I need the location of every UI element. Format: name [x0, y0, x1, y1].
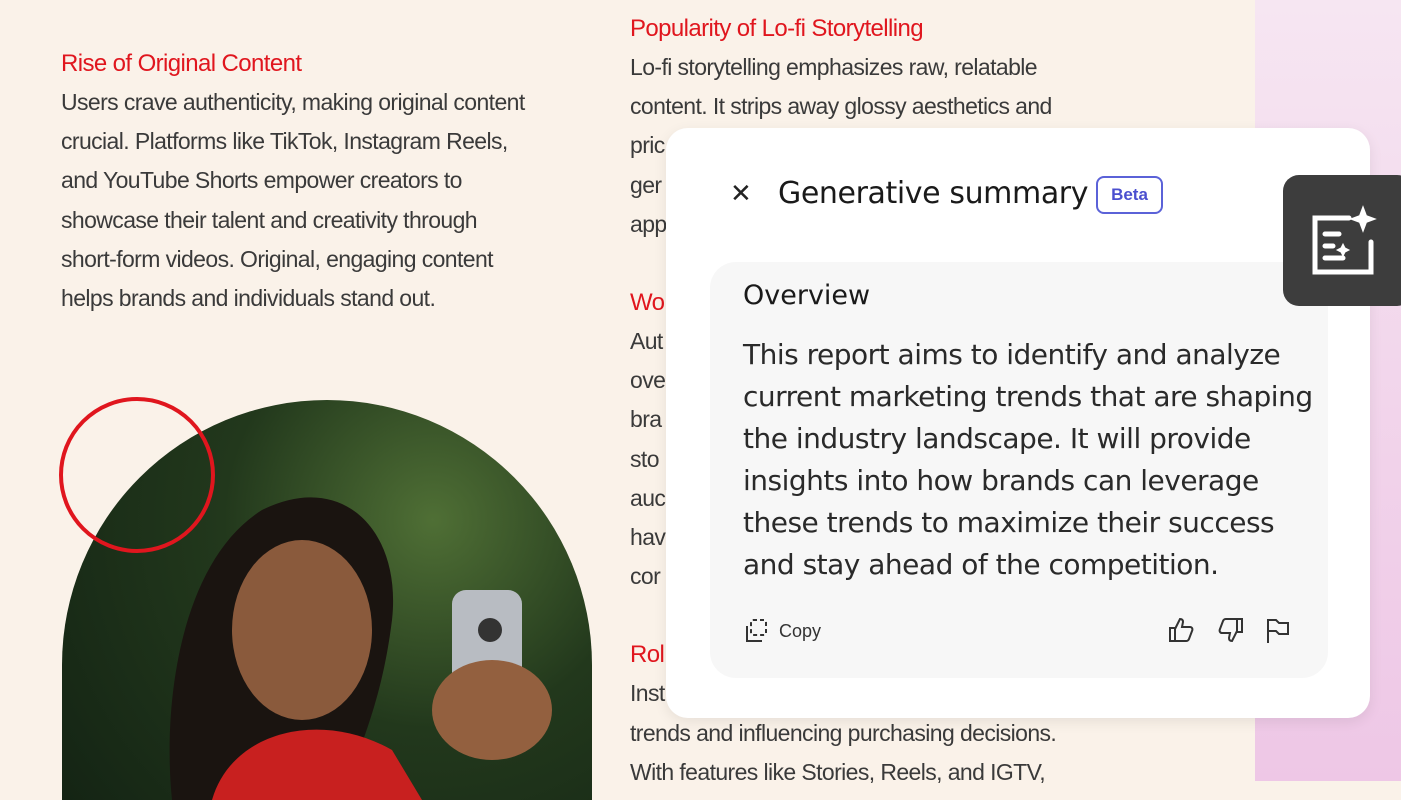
text-line: content. It strips away glossy aesthetic…: [630, 93, 1052, 120]
text-line: crucial. Platforms like TikTok, Instagra…: [61, 128, 508, 155]
generative-summary-panel: ✕ Generative summary Beta Overview This …: [666, 128, 1370, 718]
thumbs-down-icon[interactable]: [1216, 616, 1244, 644]
summary-card: Overview This report aims to identify an…: [710, 262, 1328, 678]
copy-label: Copy: [779, 620, 822, 641]
summary-text: This report aims to identify and analyze…: [743, 338, 1313, 581]
text-line: Lo-fi storytelling emphasizes raw, relat…: [630, 54, 1038, 80]
generative-summary-icon: [1312, 204, 1377, 274]
text-line: trends and influencing purchasing decisi…: [630, 719, 1057, 746]
close-icon[interactable]: ✕: [730, 178, 752, 209]
text-line: short-form videos. Original, engaging co…: [61, 245, 494, 272]
thumbs-up-icon[interactable]: [1168, 616, 1196, 644]
heading-lofi: Popularity of Lo-fi Storytelling: [630, 15, 924, 42]
decorative-ring: [59, 397, 215, 553]
overview-heading: Overview: [743, 280, 871, 311]
generative-summary-tab[interactable]: [1283, 175, 1401, 306]
text-line: Users crave authenticity, making origina…: [61, 89, 525, 115]
text-line: and YouTube Shorts empower creators to: [61, 167, 462, 194]
beta-badge: Beta: [1096, 176, 1163, 214]
copy-icon: [746, 619, 767, 642]
text-line: showcase their talent and creativity thr…: [61, 206, 478, 233]
copy-button[interactable]: Copy: [743, 618, 821, 644]
text-line: With features like Stories, Reels, and I…: [630, 758, 1046, 785]
flag-icon[interactable]: [1264, 616, 1292, 644]
panel-title: Generative summary: [778, 176, 1089, 211]
left-column: Rise of Original Content Users crave aut…: [61, 45, 525, 318]
heading-original-content: Rise of Original Content: [61, 50, 302, 77]
text-line: helps brands and individuals stand out.: [61, 285, 436, 312]
